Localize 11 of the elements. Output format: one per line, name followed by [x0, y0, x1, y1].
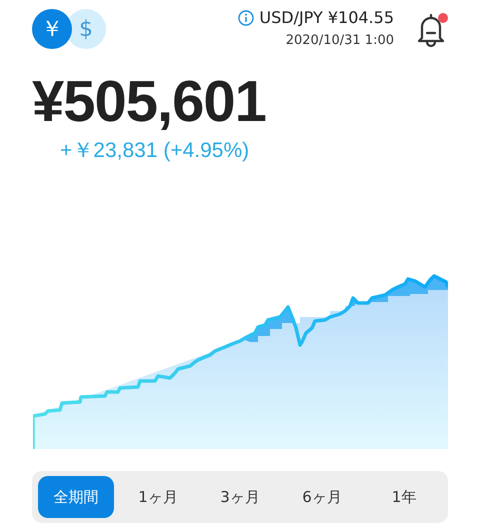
info-icon[interactable] [238, 10, 254, 26]
period-tab[interactable]: 1年 [366, 476, 442, 518]
balance-change: +￥23,831 (+4.95%) [60, 138, 250, 164]
period-tab[interactable]: 全期間 [38, 476, 114, 518]
balance-amount: ¥505,601 [32, 70, 267, 134]
exchange-rate: USD/JPY ¥104.55 [259, 8, 394, 27]
update-time: 2020/10/31 1:00 [286, 33, 394, 48]
period-tab[interactable]: 3ヶ月 [202, 476, 278, 518]
currency-button[interactable]: ￥ [32, 9, 72, 49]
period-tab[interactable]: 6ヶ月 [284, 476, 360, 518]
period-tab[interactable]: 1ヶ月 [120, 476, 196, 518]
